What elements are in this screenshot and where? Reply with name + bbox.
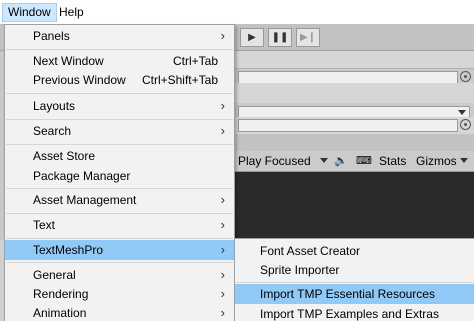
menu-separator [6, 49, 233, 50]
submenu-item-font-asset-creator[interactable]: Font Asset Creator [235, 241, 474, 261]
menu-item-label: Asset Store [33, 149, 96, 163]
textmeshpro-submenu: Font Asset Creator Sprite Importer Impor… [234, 238, 474, 321]
menu-item-label: Previous Window [33, 73, 126, 87]
menubar-item-help[interactable]: Help [54, 3, 89, 22]
menu-item-shortcut: Ctrl+Shift+Tab [141, 73, 218, 87]
menu-item-label: Search [33, 124, 72, 138]
chevron-right-icon: › [220, 305, 225, 320]
menu-separator [6, 262, 233, 263]
menu-item-layouts[interactable]: Layouts › [5, 96, 234, 116]
chevron-right-icon: › [220, 242, 225, 257]
inspector-row [234, 134, 474, 151]
menu-item-label: Panels [33, 29, 70, 43]
play-mode-dropdown[interactable]: Play Focused [238, 154, 311, 169]
menu-item-asset-store[interactable]: Asset Store [5, 146, 234, 166]
menu-item-package-manager[interactable]: Package Manager [5, 166, 234, 186]
keyboard-icon[interactable]: ⌨ [356, 154, 372, 169]
menu-item-label: Font Asset Creator [260, 244, 361, 258]
menu-item-label: Animation [33, 306, 87, 320]
object-field[interactable] [238, 119, 458, 132]
chevron-right-icon: › [220, 217, 225, 232]
menu-separator [6, 213, 233, 214]
game-view-toolbar: Play Focused 🔈 ⌨ Stats Gizmos [234, 151, 474, 172]
inspector-row [234, 103, 474, 120]
step-icon[interactable]: ▶❙ [296, 28, 320, 47]
stats-button[interactable]: Stats [379, 154, 406, 169]
menu-item-rendering[interactable]: Rendering › [5, 284, 234, 304]
chevron-down-icon [320, 158, 328, 163]
menu-separator [236, 282, 473, 283]
menu-item-label: TextMeshPro [33, 243, 104, 257]
window-menu: Panels › Next Window Ctrl+Tab Previous W… [4, 24, 235, 321]
menu-item-label: Package Manager [33, 169, 131, 183]
menu-item-search[interactable]: Search › [5, 121, 234, 141]
menu-item-label: Asset Management [33, 193, 137, 207]
chevron-right-icon: › [220, 98, 225, 113]
menu-item-label: Import TMP Essential Resources [260, 287, 435, 301]
inspector-row [234, 69, 474, 84]
menu-separator [6, 93, 233, 94]
chevron-right-icon: › [220, 28, 225, 43]
menu-item-text[interactable]: Text › [5, 215, 234, 235]
submenu-item-import-tmp-essential-resources[interactable]: Import TMP Essential Resources [235, 284, 474, 304]
play-icon[interactable]: ▶ [240, 28, 264, 47]
menu-item-previous-window[interactable]: Previous Window Ctrl+Shift+Tab [5, 70, 234, 90]
inspector-row [234, 51, 474, 69]
menu-separator [6, 119, 233, 120]
chevron-right-icon: › [220, 267, 225, 282]
inspector-row [234, 83, 474, 103]
submenu-item-sprite-importer[interactable]: Sprite Importer [235, 260, 474, 280]
chevron-right-icon: › [220, 123, 225, 138]
object-picker-icon[interactable] [460, 71, 471, 82]
chevron-down-icon [460, 158, 468, 163]
menu-item-animation[interactable]: Animation › [5, 303, 234, 321]
menu-item-label: Sprite Importer [260, 263, 340, 277]
submenu-item-import-tmp-examples-and-extras[interactable]: Import TMP Examples and Extras [235, 304, 474, 321]
chevron-down-icon [458, 110, 466, 115]
menubar-item-window[interactable]: Window [2, 3, 57, 22]
menu-separator [6, 238, 233, 239]
menu-item-general[interactable]: General › [5, 265, 234, 285]
mute-audio-icon[interactable]: 🔈 [334, 154, 350, 169]
menu-separator [6, 144, 233, 145]
menu-item-label: General [33, 268, 76, 282]
menu-item-shortcut: Ctrl+Tab [172, 54, 218, 68]
menu-separator [6, 188, 233, 189]
menu-item-next-window[interactable]: Next Window Ctrl+Tab [5, 51, 234, 71]
game-view [234, 172, 474, 240]
menu-item-label: Rendering [33, 287, 89, 301]
menu-item-label: Import TMP Examples and Extras [260, 307, 439, 321]
menu-item-label: Text [33, 218, 56, 232]
menu-item-panels[interactable]: Panels › [5, 26, 234, 46]
gizmos-button[interactable]: Gizmos [416, 154, 457, 169]
menu-item-label: Next Window [33, 54, 104, 68]
object-picker-icon[interactable] [460, 119, 471, 130]
chevron-right-icon: › [220, 192, 225, 207]
menubar: Window Help [0, 0, 474, 24]
menu-item-label: Layouts [33, 99, 76, 113]
inspector-row [234, 117, 474, 134]
pause-icon[interactable]: ❚❚ [268, 28, 292, 47]
menu-item-asset-management[interactable]: Asset Management › [5, 190, 234, 210]
chevron-right-icon: › [220, 286, 225, 301]
menu-item-textmeshpro[interactable]: TextMeshPro › [5, 240, 234, 260]
